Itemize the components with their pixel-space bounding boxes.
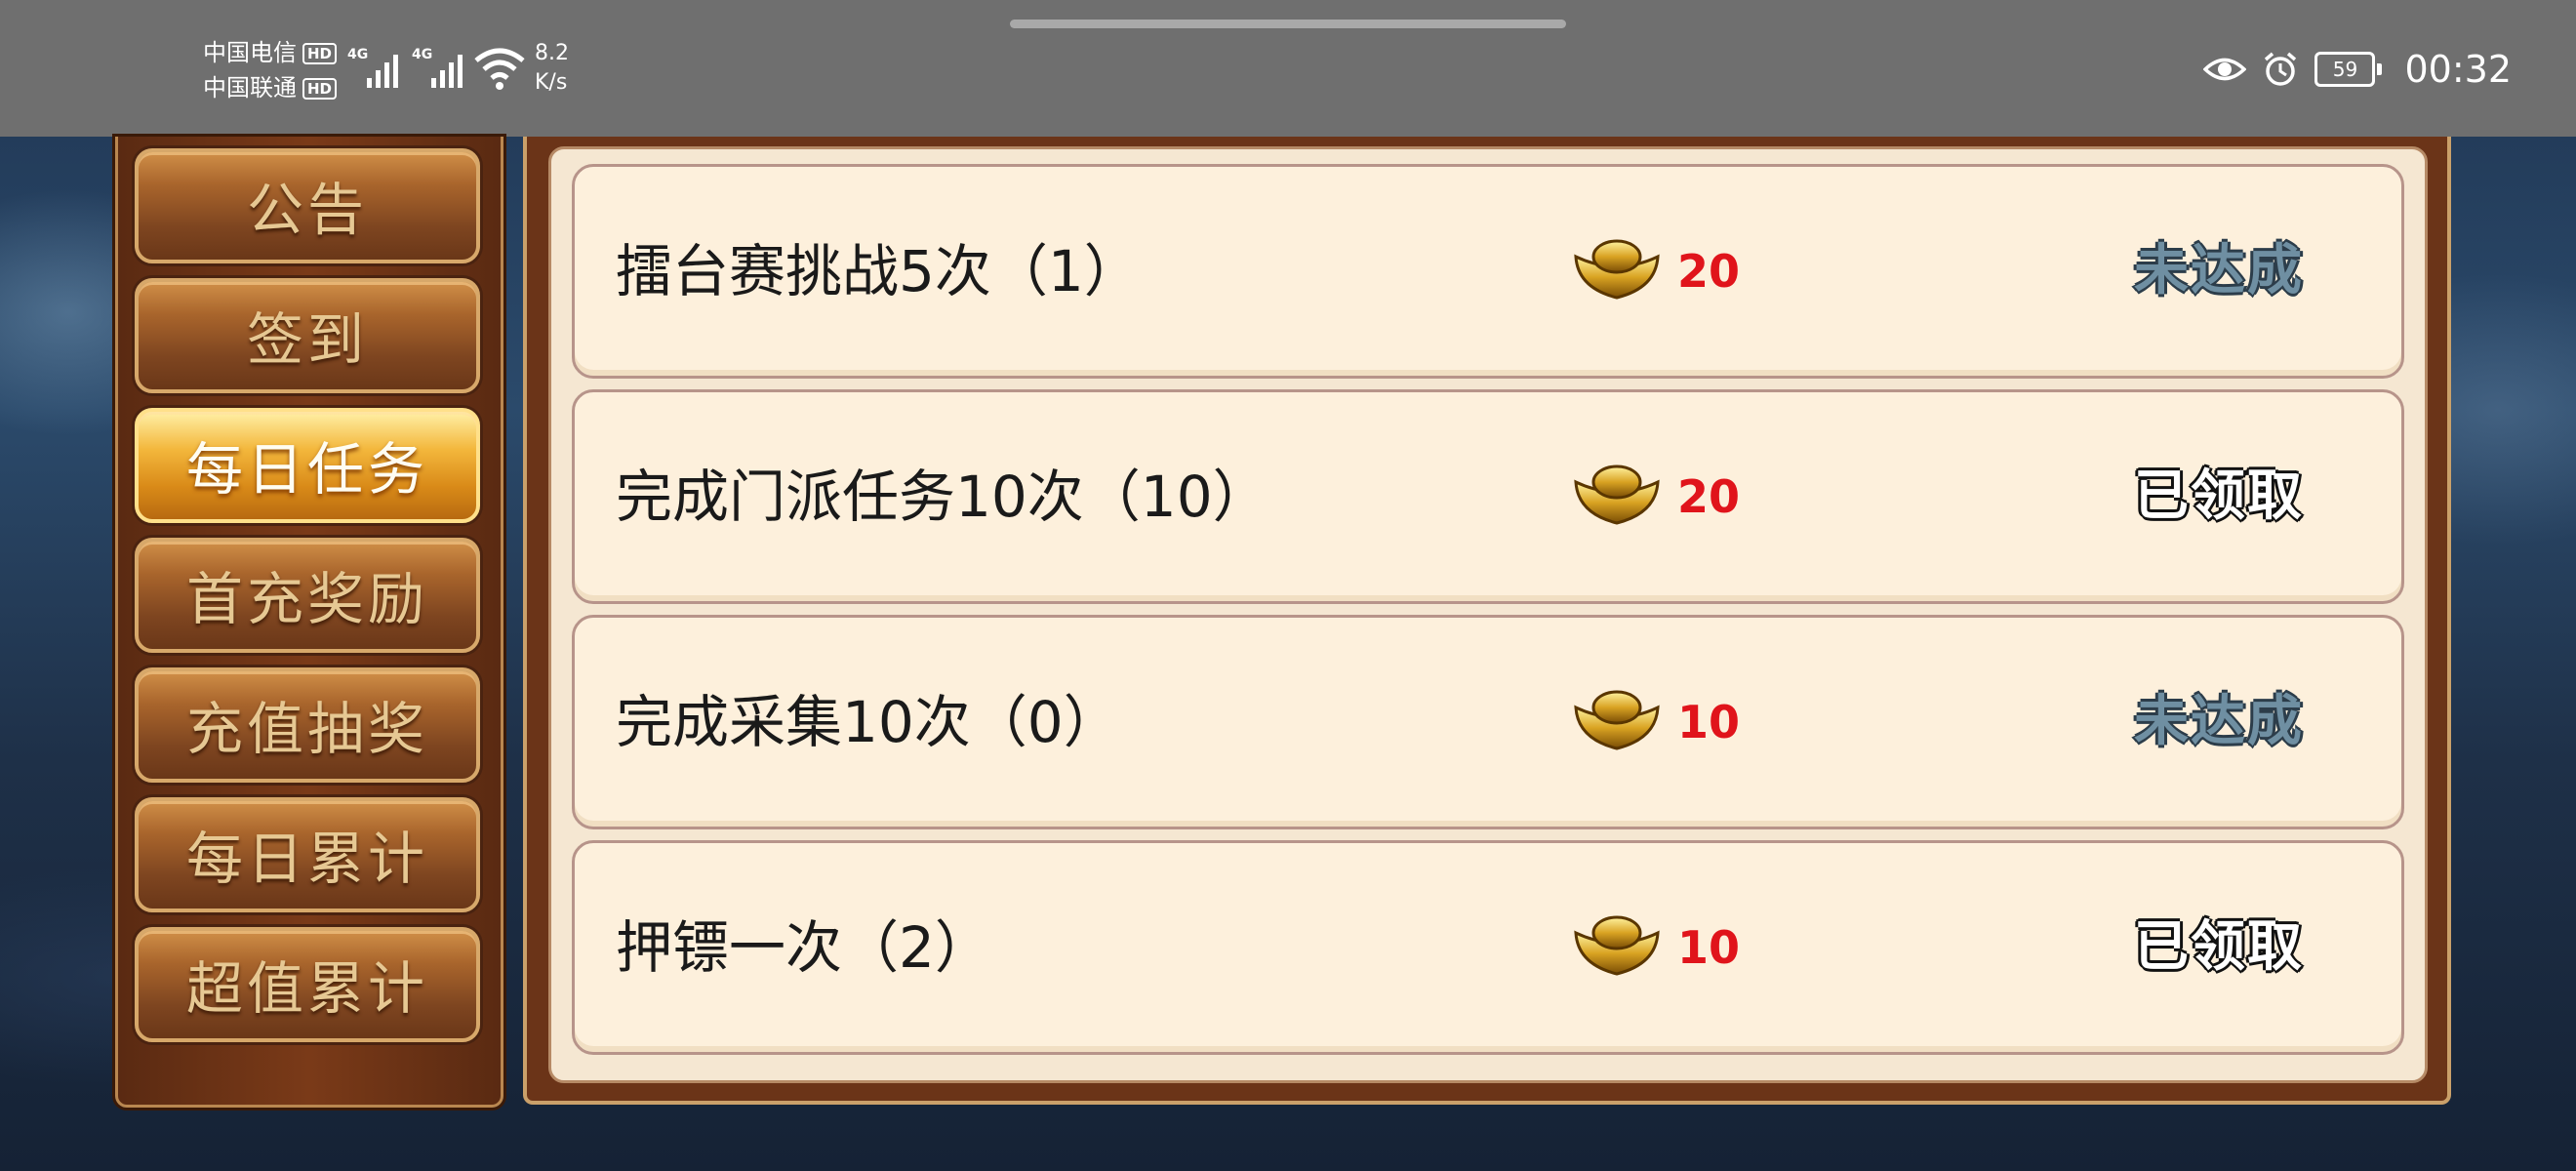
speed-value: 8.2 xyxy=(535,41,569,65)
task-status-not-achieved: 未达成 xyxy=(2134,239,2304,303)
menu-button-daily-cumulative[interactable]: 每日累计 xyxy=(135,797,480,912)
menu-button-announcement[interactable]: 公告 xyxy=(135,148,480,263)
reward-amount: 10 xyxy=(1677,696,1741,748)
task-row: 押镖一次（2） 10 已领取 xyxy=(572,840,2404,1055)
task-row: 完成门派任务10次（10） 20 已领取 xyxy=(572,389,2404,604)
task-name: 擂台赛挑战5次（1） xyxy=(616,238,1141,304)
task-row: 擂台赛挑战5次（1） 20 未达成 xyxy=(572,164,2404,379)
carrier-info: 中国电信 HD 中国联通 HD xyxy=(203,35,338,105)
menu-button-daily-tasks[interactable]: 每日任务 xyxy=(135,408,480,523)
task-row: 完成采集10次（0） 10 未达成 xyxy=(572,615,2404,829)
menu-button-value-cumulative[interactable]: 超值累计 xyxy=(135,927,480,1042)
reward-amount: 20 xyxy=(1677,245,1741,298)
task-name: 押镖一次（2） xyxy=(616,914,991,981)
network-type: 4G xyxy=(412,47,433,62)
network-speed: 8.2 K/s xyxy=(535,39,569,98)
carrier-2: 中国联通 xyxy=(203,74,297,101)
status-right: 59 00:32 xyxy=(2203,45,2512,94)
gold-ingot-icon xyxy=(1574,915,1660,976)
hd-badge: HD xyxy=(302,43,338,64)
task-status-not-achieved: 未达成 xyxy=(2134,690,2304,753)
hd-badge: HD xyxy=(302,78,338,100)
battery-icon: 59 xyxy=(2314,52,2383,87)
menu-button-recharge-lottery[interactable]: 充值抽奖 xyxy=(135,667,480,783)
eye-icon xyxy=(2203,58,2247,81)
task-name: 完成采集10次（0） xyxy=(616,689,1120,755)
carrier-1: 中国电信 xyxy=(203,39,297,66)
reward-amount: 10 xyxy=(1677,921,1741,974)
wifi-icon xyxy=(474,48,525,90)
status-bar: 中国电信 HD 中国联通 HD 4G 4G 8.2 K/s 59 00:32 xyxy=(0,0,2576,137)
speed-unit: K/s xyxy=(535,70,568,95)
clock: 00:32 xyxy=(2404,48,2512,91)
gold-ingot-icon xyxy=(1574,464,1660,525)
task-name: 完成门派任务10次（10） xyxy=(616,464,1269,530)
gesture-handle[interactable] xyxy=(1010,20,1566,28)
menu-button-checkin[interactable]: 签到 xyxy=(135,278,480,393)
gold-ingot-icon xyxy=(1574,690,1660,750)
reward-amount: 20 xyxy=(1677,470,1741,523)
gold-ingot-icon xyxy=(1574,239,1660,300)
task-status-claimed: 已领取 xyxy=(2134,915,2304,979)
menu-button-first-recharge[interactable]: 首充奖励 xyxy=(135,538,480,653)
alarm-icon xyxy=(2265,52,2297,86)
task-status-claimed: 已领取 xyxy=(2134,464,2304,528)
network-type: 4G xyxy=(347,47,369,62)
